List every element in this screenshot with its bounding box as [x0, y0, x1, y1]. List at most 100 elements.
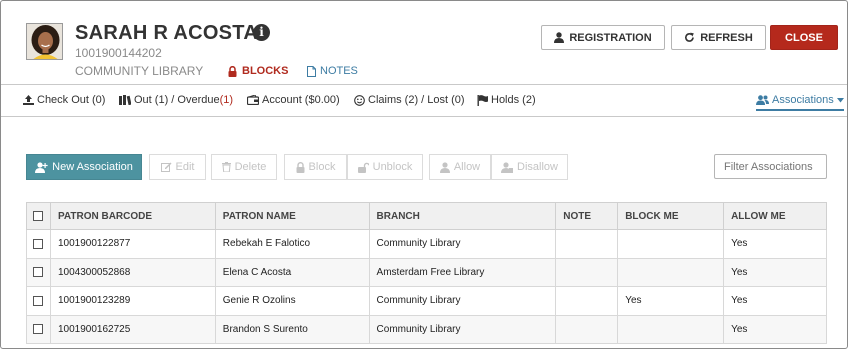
filter-associations-input[interactable] [714, 154, 827, 179]
new-association-button[interactable]: New Association [26, 154, 142, 180]
tab-account[interactable]: Account ($0.00) [247, 94, 340, 106]
select-all-cell [26, 202, 51, 230]
blocks-label: BLOCKS [242, 65, 289, 77]
patron-header: SARAH R ACOSTA i 1001900144202 COMMUNITY… [1, 1, 847, 85]
edit-label: Edit [175, 161, 195, 173]
avatar [26, 23, 63, 60]
allow-label: Allow [453, 161, 481, 173]
cell-note [555, 314, 619, 344]
close-button[interactable]: CLOSE [770, 25, 838, 50]
allow-button[interactable]: Allow [429, 154, 491, 180]
person-icon [554, 32, 565, 43]
cell-barcode: 1001900123289 [49, 286, 216, 316]
wallet-icon [247, 95, 259, 105]
edit-icon [160, 162, 172, 172]
cell-name: Rebekah E Falotico [214, 229, 370, 259]
table-header-row: PATRON BARCODE PATRON NAME BRANCH NOTE B… [26, 202, 827, 230]
notes-link[interactable]: NOTES [307, 65, 358, 77]
cell-barcode: 1001900162725 [49, 314, 216, 344]
cell-note [555, 257, 619, 287]
cell-note [555, 229, 619, 259]
tab-out-label: Out (1) / Overdue [134, 94, 220, 106]
notes-label: NOTES [320, 65, 358, 77]
row-select-cell [26, 257, 51, 287]
registration-label: REGISTRATION [569, 31, 652, 44]
tab-holds[interactable]: Holds (2) [477, 94, 536, 106]
cell-name: Genie R Ozolins [214, 286, 370, 316]
disallow-icon [501, 161, 514, 173]
table-row[interactable]: 1001900122877 Rebekah E Falotico Communi… [26, 229, 827, 259]
tab-overdue-count: (1) [219, 94, 234, 106]
patron-library: COMMUNITY LIBRARY [75, 64, 204, 78]
select-all-checkbox[interactable] [33, 210, 44, 221]
lock-icon [296, 161, 305, 173]
cell-block-me [617, 257, 725, 287]
tab-out-overdue[interactable]: Out (1) / Overdue (1) [119, 94, 233, 106]
column-header[interactable]: BRANCH [368, 202, 557, 230]
cell-name: Brandon S Surento [214, 314, 370, 344]
cell-branch: Amsterdam Free Library [368, 257, 557, 287]
column-header[interactable]: BLOCK ME [617, 202, 725, 230]
cell-allow-me: Yes [723, 229, 827, 259]
cell-branch: Community Library [368, 229, 557, 259]
table-row[interactable]: 1001900123289 Genie R Ozolins Community … [26, 286, 827, 316]
tab-claims-lost[interactable]: Claims (2) / Lost (0) [354, 94, 465, 106]
disallow-button[interactable]: Disallow [491, 154, 568, 180]
tab-check-out-label: Check Out (0) [37, 94, 106, 106]
row-select-cell [26, 286, 51, 316]
block-button[interactable]: Block [284, 154, 347, 180]
delete-button[interactable]: Delete [211, 154, 277, 180]
tab-account-label: Account ($0.00) [262, 94, 340, 106]
smile-icon [354, 94, 365, 106]
info-icon[interactable]: i [253, 24, 270, 41]
trash-icon [221, 162, 231, 172]
refresh-icon [684, 32, 695, 43]
cell-name: Elena C Acosta [214, 257, 370, 287]
tab-holds-label: Holds (2) [491, 94, 536, 106]
cell-block-me: Yes [617, 286, 725, 316]
table-row[interactable]: 1004300052868 Elena C Acosta Amsterdam F… [26, 257, 827, 287]
cell-note [555, 286, 619, 316]
cell-allow-me: Yes [723, 286, 827, 316]
column-header[interactable]: NOTE [555, 202, 619, 230]
tab-check-out[interactable]: Check Out (0) [23, 94, 105, 106]
flag-icon [477, 94, 488, 106]
disallow-label: Disallow [517, 161, 558, 173]
edit-button[interactable]: Edit [149, 154, 206, 180]
row-checkbox[interactable] [33, 324, 44, 335]
delete-label: Delete [234, 161, 267, 173]
tab-associations[interactable]: Associations [756, 94, 844, 111]
patron-barcode: 1001900144202 [75, 46, 162, 60]
row-checkbox[interactable] [33, 238, 44, 249]
patron-tabs: Check Out (0) Out (1) / Overdue (1) Acco… [1, 85, 847, 117]
unblock-label: Unblock [372, 161, 413, 173]
patron-window: SARAH R ACOSTA i 1001900144202 COMMUNITY… [0, 0, 848, 349]
column-header[interactable]: PATRON NAME [214, 202, 370, 230]
column-header[interactable]: ALLOW ME [723, 202, 827, 230]
cell-allow-me: Yes [723, 257, 827, 287]
cell-allow-me: Yes [723, 314, 827, 344]
table-row[interactable]: 1001900162725 Brandon S Surento Communit… [26, 314, 827, 344]
blocks-link[interactable]: BLOCKS [228, 65, 288, 77]
new-association-label: New Association [52, 161, 133, 173]
cell-branch: Community Library [368, 286, 557, 316]
lock-icon [228, 65, 237, 77]
caret-down-icon [836, 97, 844, 103]
cell-block-me [617, 314, 725, 344]
add-user-icon [35, 161, 48, 173]
allow-icon [439, 161, 450, 173]
tab-associations-label: Associations [772, 94, 834, 106]
row-select-cell [26, 229, 51, 259]
row-checkbox[interactable] [33, 267, 44, 278]
refresh-label: REFRESH [700, 31, 753, 44]
registration-button[interactable]: REGISTRATION [541, 25, 665, 50]
unlock-icon [357, 162, 369, 173]
column-header[interactable]: PATRON BARCODE [49, 202, 216, 230]
row-checkbox[interactable] [33, 295, 44, 306]
cell-branch: Community Library [368, 314, 557, 344]
refresh-button[interactable]: REFRESH [671, 25, 766, 50]
patron-name: SARAH R ACOSTA [75, 22, 259, 44]
users-icon [756, 95, 769, 105]
associations-table: PATRON BARCODE PATRON NAME BRANCH NOTE B… [26, 202, 827, 344]
unblock-button[interactable]: Unblock [347, 154, 423, 180]
